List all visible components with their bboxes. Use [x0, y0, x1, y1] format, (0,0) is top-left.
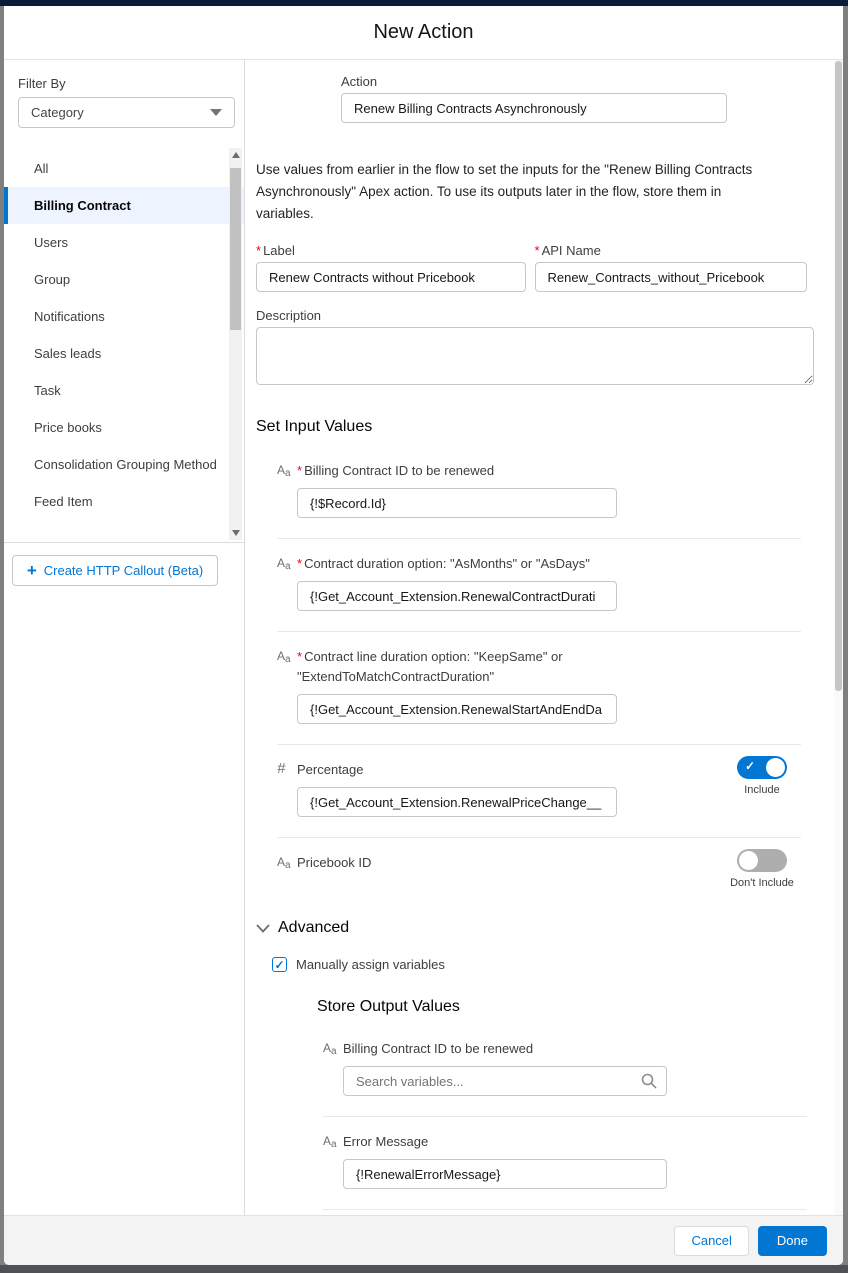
modal-header: New Action [4, 6, 843, 60]
set-input-values-heading: Set Input Values [256, 418, 373, 435]
advanced-section-toggle[interactable]: Advanced [256, 919, 807, 937]
manually-assign-variables-row[interactable]: ✓ Manually assign variables [272, 957, 807, 972]
page-title: New Action [373, 21, 474, 43]
scroll-up-icon[interactable] [229, 148, 242, 162]
input-row-billing-contract-id: Aa * Billing Contract ID to be renewed [277, 446, 801, 539]
check-icon: ✓ [745, 759, 756, 773]
input-row-percentage: # Percentage ✓ Include [277, 745, 801, 838]
api-name-input[interactable] [534, 262, 807, 292]
action-field-label: Action [341, 74, 378, 89]
create-http-callout-button[interactable]: + Create HTTP Callout (Beta) [12, 555, 218, 586]
output-row-billing-contract-id: Aa Billing Contract ID to be renewed [323, 1024, 807, 1117]
toggle-label: Don't Include [730, 877, 794, 889]
text-type-icon: Aa [277, 855, 291, 871]
api-name-field-label: * API Name [534, 243, 601, 258]
toggle-knob [739, 851, 758, 870]
text-type-icon: Aa [277, 649, 291, 665]
sidebar-scrollbar[interactable] [229, 148, 242, 540]
required-marker: * [534, 243, 540, 258]
toggle-knob [766, 758, 785, 777]
filter-by-label: Filter By [18, 76, 66, 91]
contract-duration-input[interactable] [297, 581, 617, 611]
scroll-down-icon[interactable] [229, 526, 242, 540]
sidebar-item-users[interactable]: Users [4, 224, 244, 261]
input-row-contract-duration: Aa * Contract duration option: "AsMonths"… [277, 539, 801, 632]
label-input[interactable] [256, 262, 526, 292]
text-type-icon: Aa [323, 1041, 337, 1057]
browser-bottom-bar [0, 1265, 848, 1273]
number-type-icon: # [277, 760, 286, 777]
sidebar-item-group[interactable]: Group [4, 261, 244, 298]
sidebar-item-sales-leads[interactable]: Sales leads [4, 335, 244, 372]
action-input[interactable] [341, 93, 727, 123]
category-sidebar: Filter By Category All Billing Contract … [4, 60, 245, 1215]
chevron-down-icon [256, 923, 270, 933]
error-message-input[interactable] [343, 1159, 667, 1189]
contract-line-duration-input[interactable] [297, 694, 617, 724]
chevron-down-icon [210, 109, 222, 116]
input-row-label: * Contract line duration option: "KeepSam… [297, 649, 563, 684]
output-row-error-message: Aa Error Message [323, 1117, 807, 1210]
search-variables-input[interactable] [343, 1066, 667, 1096]
cancel-button[interactable]: Cancel [674, 1225, 749, 1256]
store-output-values-heading: Store Output Values [317, 998, 460, 1015]
modal-footer: Cancel Done [4, 1215, 843, 1265]
input-row-label: * Contract duration option: "AsMonths" or… [297, 556, 590, 571]
output-row-has-errors: Has Errors [323, 1210, 807, 1215]
required-marker: * [256, 243, 262, 258]
dont-include-toggle[interactable] [737, 849, 787, 872]
sidebar-item-consolidation-grouping-method[interactable]: Consolidation Grouping Method [4, 446, 244, 483]
sidebar-item-price-books[interactable]: Price books [4, 409, 244, 446]
output-row-label: Billing Contract ID to be renewed [343, 1041, 534, 1056]
sidebar-scrollbar-thumb[interactable] [230, 168, 241, 330]
input-row-label: Percentage [297, 762, 364, 777]
description-field-label: Description [256, 308, 322, 323]
sidebar-item-feed-item[interactable]: Feed Item [4, 483, 244, 520]
percentage-input[interactable] [297, 787, 617, 817]
text-type-icon: Aa [277, 556, 291, 572]
sidebar-item-notifications[interactable]: Notifications [4, 298, 244, 335]
search-icon [641, 1073, 657, 1089]
input-row-label: * Billing Contract ID to be renewed [297, 463, 495, 478]
billing-contract-id-input[interactable] [297, 488, 617, 518]
new-action-modal: New Action Filter By Category All Billin… [4, 6, 843, 1265]
category-dropdown-value: Category [31, 105, 84, 120]
include-toggle[interactable]: ✓ [737, 756, 787, 779]
text-type-icon: Aa [323, 1134, 337, 1150]
sidebar-item-billing-contract[interactable]: Billing Contract [4, 187, 244, 224]
input-row-label: Pricebook ID [297, 855, 372, 870]
done-button[interactable]: Done [757, 1225, 827, 1256]
text-type-icon: Aa [277, 463, 291, 479]
checkbox-checked-icon[interactable]: ✓ [272, 957, 287, 972]
category-filter-dropdown[interactable]: Category [18, 97, 235, 128]
toggle-label: Include [744, 784, 780, 796]
input-row-contract-line-duration: Aa * Contract line duration option: "Keep… [277, 632, 801, 745]
advanced-heading: Advanced [278, 919, 350, 936]
input-row-pricebook-id: Aa Pricebook ID Don't Include [277, 838, 801, 893]
label-field-label: * Label [256, 243, 295, 258]
main-scrollbar[interactable] [834, 60, 843, 1215]
intro-text: Use values from earlier in the flow to s… [256, 162, 753, 221]
category-list: All Billing Contract Users Group Notific… [4, 146, 244, 543]
sidebar-item-task[interactable]: Task [4, 372, 244, 409]
description-textarea[interactable] [256, 327, 814, 385]
main-scrollbar-thumb[interactable] [835, 61, 842, 691]
checkbox-label: Manually assign variables [296, 957, 445, 972]
sidebar-item-all[interactable]: All [4, 150, 244, 187]
plus-icon: + [26, 561, 37, 580]
create-http-callout-label: Create HTTP Callout (Beta) [43, 563, 204, 578]
output-row-label: Error Message [343, 1134, 429, 1149]
action-config-panel: Action Use values from earlier in the fl… [245, 60, 843, 1215]
